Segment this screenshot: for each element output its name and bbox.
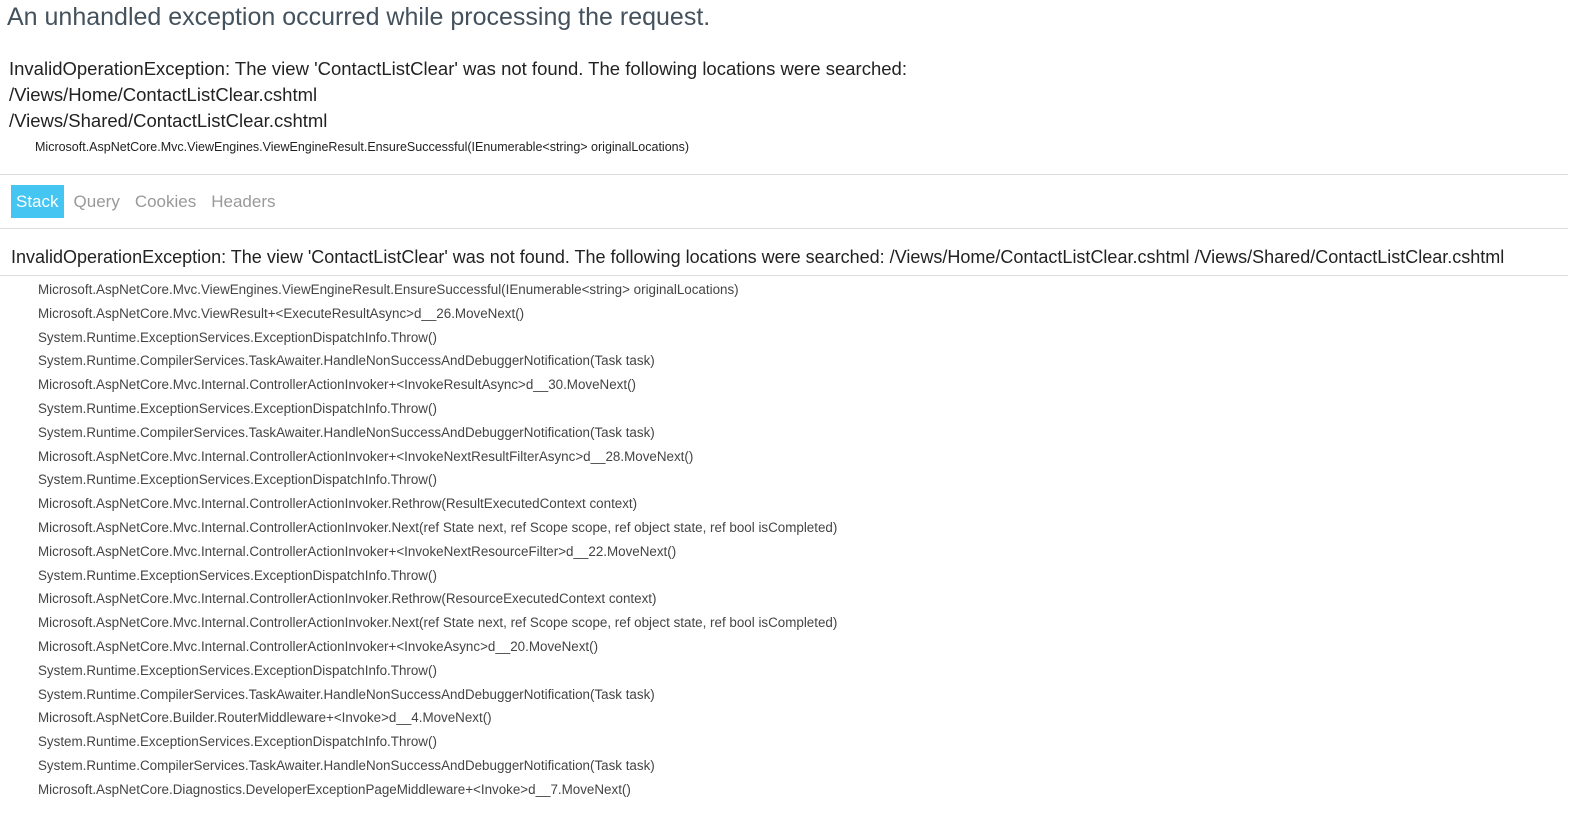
tab-headers[interactable]: Headers — [206, 185, 280, 218]
tab-cookies[interactable]: Cookies — [130, 185, 201, 218]
stack-frame[interactable]: Microsoft.AspNetCore.Mvc.Internal.Contro… — [38, 540, 837, 564]
tab-bar: Stack Query Cookies Headers — [11, 185, 286, 218]
stack-frame[interactable]: System.Runtime.ExceptionServices.Excepti… — [38, 730, 837, 754]
stack-frame[interactable]: Microsoft.AspNetCore.Mvc.ViewEngines.Vie… — [38, 278, 837, 302]
divider-top — [0, 174, 1568, 175]
stack-frame[interactable]: System.Runtime.CompilerServices.TaskAwai… — [38, 349, 837, 373]
stack-frame[interactable]: Microsoft.AspNetCore.Builder.RouterMiddl… — [38, 706, 837, 730]
stack-frame[interactable]: System.Runtime.ExceptionServices.Excepti… — [38, 564, 837, 588]
exception-summary: InvalidOperationException: The view 'Con… — [9, 56, 1509, 134]
exception-message: InvalidOperationException: The view 'Con… — [9, 58, 907, 79]
tab-query[interactable]: Query — [69, 185, 125, 218]
stack-frame[interactable]: System.Runtime.ExceptionServices.Excepti… — [38, 326, 837, 350]
stack-frame[interactable]: Microsoft.AspNetCore.Mvc.Internal.Contro… — [38, 373, 837, 397]
stack-frame[interactable]: System.Runtime.ExceptionServices.Excepti… — [38, 397, 837, 421]
stack-frame-list: Microsoft.AspNetCore.Mvc.ViewEngines.Vie… — [38, 278, 837, 802]
searched-location-home: /Views/Home/ContactListClear.cshtml — [9, 84, 318, 105]
stack-frame[interactable]: Microsoft.AspNetCore.Mvc.Internal.Contro… — [38, 492, 837, 516]
stack-frame[interactable]: Microsoft.AspNetCore.Mvc.Internal.Contro… — [38, 516, 837, 540]
stack-frame[interactable]: Microsoft.AspNetCore.Mvc.Internal.Contro… — [38, 445, 837, 469]
page-title: An unhandled exception occurred while pr… — [7, 3, 711, 31]
error-page: An unhandled exception occurred while pr… — [0, 0, 1586, 821]
stack-frame[interactable]: System.Runtime.ExceptionServices.Excepti… — [38, 659, 837, 683]
stack-frame[interactable]: Microsoft.AspNetCore.Mvc.Internal.Contro… — [38, 587, 837, 611]
stack-frame[interactable]: Microsoft.AspNetCore.Mvc.ViewResult+<Exe… — [38, 302, 837, 326]
divider-tabs — [0, 228, 1568, 229]
stack-frame[interactable]: System.Runtime.CompilerServices.TaskAwai… — [38, 683, 837, 707]
stack-frame[interactable]: System.Runtime.CompilerServices.TaskAwai… — [38, 754, 837, 778]
divider-stack — [0, 275, 1568, 276]
stack-frame[interactable]: Microsoft.AspNetCore.Mvc.Internal.Contro… — [38, 635, 837, 659]
stack-frame[interactable]: Microsoft.AspNetCore.Diagnostics.Develop… — [38, 778, 837, 802]
tab-stack[interactable]: Stack — [11, 185, 64, 218]
stack-frame[interactable]: Microsoft.AspNetCore.Mvc.Internal.Contro… — [38, 611, 837, 635]
exception-source-location: Microsoft.AspNetCore.Mvc.ViewEngines.Vie… — [35, 140, 690, 154]
stack-frame[interactable]: System.Runtime.CompilerServices.TaskAwai… — [38, 421, 837, 445]
searched-location-shared: /Views/Shared/ContactListClear.cshtml — [9, 110, 328, 131]
stack-frame[interactable]: System.Runtime.ExceptionServices.Excepti… — [38, 468, 837, 492]
stack-exception-heading: InvalidOperationException: The view 'Con… — [11, 247, 1505, 267]
